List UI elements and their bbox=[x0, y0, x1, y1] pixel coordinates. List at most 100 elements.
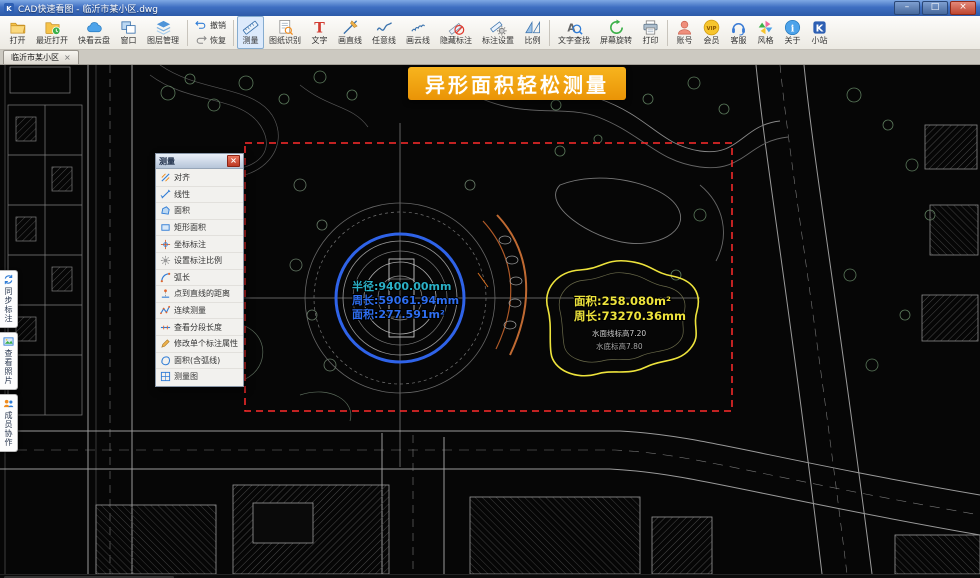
toolbar-button-window[interactable]: 窗口 bbox=[115, 16, 142, 49]
side-button-team[interactable]: 成员协作 bbox=[0, 394, 18, 452]
side-button-photo[interactable]: 查看照片 bbox=[0, 332, 18, 390]
promo-banner: 异形面积轻松测量 bbox=[408, 67, 626, 100]
toolbar-button-account[interactable]: 账号 bbox=[671, 16, 698, 49]
toolbar-separator bbox=[233, 20, 234, 46]
title-bar: K CAD快速看图 - 临沂市某小区.dwg – □ × bbox=[0, 0, 980, 16]
edit-annotation-icon bbox=[160, 338, 171, 349]
maximize-button[interactable]: □ bbox=[922, 1, 948, 15]
toolbar-button-redo[interactable]: 恢复 bbox=[191, 33, 230, 47]
toolbar-button-draw-line[interactable]: 画直线 bbox=[333, 16, 367, 49]
toolbar-button-layers[interactable]: 图层管理 bbox=[142, 16, 184, 49]
toolbar-button-cloud-disk[interactable]: 快看云盘 bbox=[73, 16, 115, 49]
toolbar-button-print[interactable]: 打印 bbox=[637, 16, 664, 49]
toolbar-button-recent[interactable]: 最近打开 bbox=[31, 16, 73, 49]
continuous-icon bbox=[160, 305, 171, 316]
measure-item-set-scale[interactable]: 设置标注比例 bbox=[156, 253, 243, 270]
account-icon bbox=[676, 19, 693, 36]
measure-panel-title: 测量 bbox=[159, 156, 175, 167]
measure-item-segments[interactable]: 查看分段长度 bbox=[156, 319, 243, 336]
toolbar-button-text-search[interactable]: A文字查找 bbox=[553, 16, 595, 49]
text-icon: T bbox=[311, 19, 328, 36]
toolbar-button-free-line[interactable]: 任意线 bbox=[367, 16, 401, 49]
toolbar-button-cloud-line[interactable]: 画云线 bbox=[401, 16, 435, 49]
toolbar-button-text[interactable]: T文字 bbox=[306, 16, 333, 49]
toolbar-separator bbox=[667, 20, 668, 46]
measure-item-align[interactable]: 对齐 bbox=[156, 170, 243, 187]
svg-text:K: K bbox=[816, 23, 824, 34]
svg-text:水底标高7.80: 水底标高7.80 bbox=[596, 341, 643, 351]
toolbar-button-scale[interactable]: 比例 bbox=[519, 16, 546, 49]
about-icon: i bbox=[784, 19, 801, 36]
window-icon bbox=[120, 19, 137, 36]
svg-text:水面线标高7.20: 水面线标高7.20 bbox=[592, 328, 646, 338]
promo-banner-text: 异形面积轻松测量 bbox=[425, 69, 609, 98]
measure-item-arc-length[interactable]: 弧长 bbox=[156, 270, 243, 287]
point-line-icon bbox=[160, 288, 171, 299]
toolbar-button-screen-rotate[interactable]: 屏幕旋转 bbox=[595, 16, 637, 49]
hide-annotation-icon bbox=[448, 19, 465, 36]
tab-close-icon[interactable]: × bbox=[64, 54, 71, 62]
toolbar-button-about[interactable]: i关于 bbox=[779, 16, 806, 49]
linear-icon bbox=[160, 189, 171, 200]
style-icon bbox=[757, 19, 774, 36]
coordinate-icon bbox=[160, 239, 171, 250]
arc-length-icon bbox=[160, 272, 171, 283]
redo-icon bbox=[195, 31, 207, 50]
site-icon: K bbox=[811, 19, 828, 36]
window-title: CAD快速看图 - 临沂市某小区.dwg bbox=[18, 2, 158, 15]
minimize-button[interactable]: – bbox=[894, 1, 920, 15]
sync-icon bbox=[3, 274, 14, 285]
main-toolbar: 打开最近打开快看云盘窗口图层管理 撤销恢复 测量图纸识别T文字画直线任意线画云线… bbox=[0, 16, 980, 50]
measure-item-continuous[interactable]: 连续测量 bbox=[156, 303, 243, 320]
toolbar-button-service[interactable]: 客服 bbox=[725, 16, 752, 49]
measure-icon bbox=[242, 19, 259, 36]
measure-item-measure-map[interactable]: 测量图 bbox=[156, 369, 243, 385]
toolbar-button-site[interactable]: K小站 bbox=[806, 16, 833, 49]
measure-item-rect-area[interactable]: 矩形面积 bbox=[156, 220, 243, 237]
toolbar-separator bbox=[187, 20, 188, 46]
toolbar-button-hide-annotation[interactable]: 隐藏标注 bbox=[435, 16, 477, 49]
area-icon bbox=[160, 205, 171, 216]
set-scale-icon bbox=[160, 255, 171, 266]
measure-panel-titlebar[interactable]: 测量 × bbox=[156, 154, 243, 169]
measure-panel-close-icon[interactable]: × bbox=[227, 155, 240, 167]
cad-drawing: 半径:9400.00mm 周长:59061.94mm 面积:277.591m² … bbox=[0, 65, 980, 574]
free-line-icon bbox=[376, 19, 393, 36]
open-folder-icon bbox=[9, 19, 26, 36]
measure-item-edit-annotation[interactable]: 修改单个标注属性 bbox=[156, 336, 243, 353]
toolbar-button-annotation-settings[interactable]: 标注设置 bbox=[477, 16, 519, 49]
tab-label: 临沂市某小区 bbox=[11, 52, 59, 63]
toolbar-button-vip[interactable]: VIP会员 bbox=[698, 16, 725, 49]
draw-line-icon bbox=[342, 19, 359, 36]
align-icon bbox=[160, 172, 171, 183]
side-button-sync[interactable]: 同步标注 bbox=[0, 270, 18, 328]
svg-text:半径:9400.00mm: 半径:9400.00mm bbox=[352, 279, 451, 293]
print-icon bbox=[642, 19, 659, 36]
toolbar-button-measure[interactable]: 测量 bbox=[237, 16, 264, 49]
toolbar-button-drawing-recognize[interactable]: 图纸识别 bbox=[264, 16, 306, 49]
buildings-right bbox=[922, 125, 978, 341]
layers-icon bbox=[155, 19, 172, 36]
toolbar-button-style[interactable]: 风格 bbox=[752, 16, 779, 49]
segments-icon bbox=[160, 322, 171, 333]
measure-item-coordinate[interactable]: 坐标标注 bbox=[156, 236, 243, 253]
svg-text:i: i bbox=[791, 23, 795, 34]
measure-item-point-line[interactable]: 点到直线的距离 bbox=[156, 286, 243, 303]
document-tab-bar: 临沂市某小区 × bbox=[0, 50, 980, 65]
app-window: K CAD快速看图 - 临沂市某小区.dwg – □ × 打开最近打开快看云盘窗… bbox=[0, 0, 980, 578]
cloud-line-icon bbox=[410, 19, 427, 36]
measure-map-icon bbox=[160, 371, 171, 382]
svg-text:面积:258.080m²: 面积:258.080m² bbox=[574, 294, 671, 308]
measure-item-area[interactable]: 面积 bbox=[156, 203, 243, 220]
close-button[interactable]: × bbox=[950, 1, 976, 15]
vip-icon: VIP bbox=[703, 19, 720, 36]
cad-canvas[interactable]: 半径:9400.00mm 周长:59061.94mm 面积:277.591m² … bbox=[0, 65, 980, 574]
measure-panel: 测量 × 对齐线性面积矩形面积坐标标注设置标注比例弧长点到直线的距离连续测量查看… bbox=[155, 153, 244, 387]
measure-item-area-arc[interactable]: 面积(含弧线) bbox=[156, 353, 243, 370]
svg-text:K: K bbox=[6, 5, 12, 13]
document-tab[interactable]: 临沂市某小区 × bbox=[3, 50, 79, 64]
measure-item-linear[interactable]: 线性 bbox=[156, 187, 243, 204]
recent-icon bbox=[44, 19, 61, 36]
side-tools: 同步标注查看照片成员协作 bbox=[0, 270, 18, 452]
toolbar-button-open-folder[interactable]: 打开 bbox=[4, 16, 31, 49]
